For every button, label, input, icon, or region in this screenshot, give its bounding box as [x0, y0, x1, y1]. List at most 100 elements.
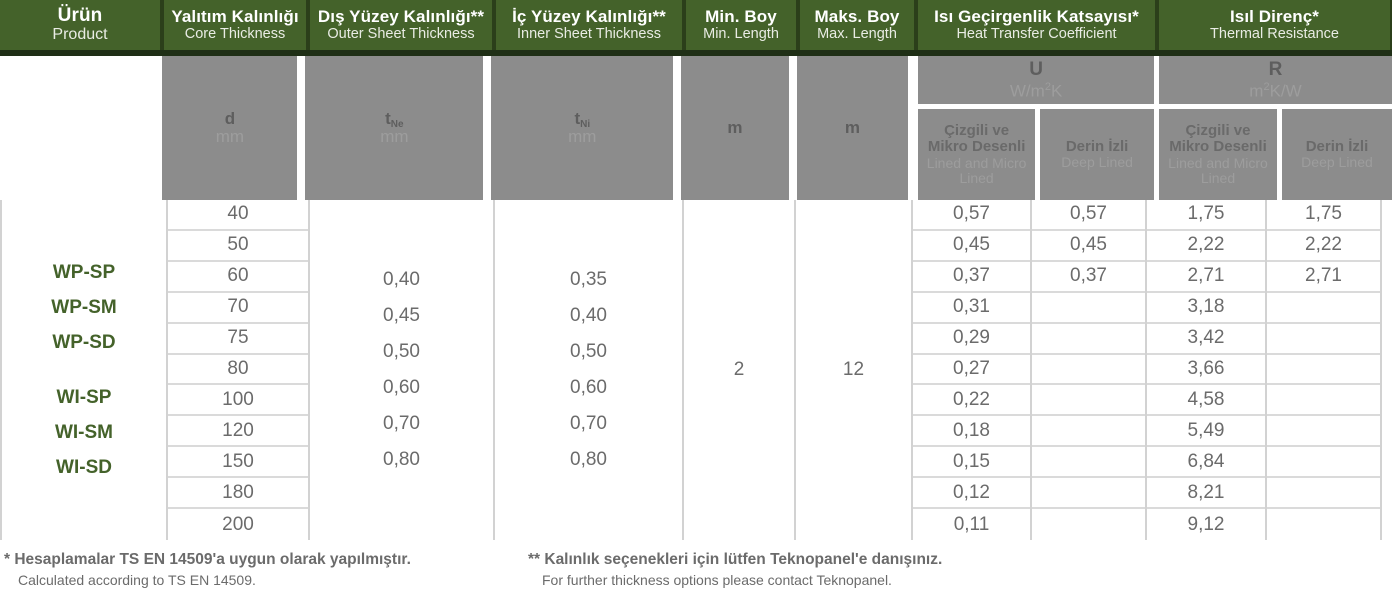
- footnote-1: * Hesaplamalar TS EN 14509'a uygun olara…: [0, 550, 520, 598]
- u-deep-lined-cell: 0,57: [1032, 200, 1145, 231]
- r-deep-lined-cell: 2,22: [1267, 231, 1380, 262]
- r-deep-lined-cell: [1267, 324, 1380, 355]
- r-deep-lined-cell: [1267, 385, 1380, 417]
- u-lined-micro-cell: 0,57: [913, 200, 1030, 231]
- u-lined-micro-cell: 0,22: [913, 385, 1030, 417]
- min-length-unit: m: [727, 118, 743, 138]
- lined-tr-2: Mikro Desenli: [1169, 138, 1267, 156]
- footnote-2-en: For further thickness options please con…: [542, 571, 892, 588]
- core-thickness-column: 40 50 60 70 75 80 100 120 150 180 200: [168, 200, 308, 540]
- header-title-tr: İç Yüzey Kalınlığı**: [512, 6, 666, 26]
- header-title-tr: Dış Yüzey Kalınlığı**: [317, 6, 485, 26]
- r-unit-cell: R m2K/W: [1158, 56, 1392, 104]
- r-deep-lined-column: 1,75 2,22 2,71: [1267, 200, 1380, 540]
- inner-sheet-thickness-column: 0,35 0,40 0,50 0,60 0,70 0,80: [495, 200, 682, 540]
- u-lined-micro-cell: 0,27: [913, 355, 1030, 386]
- u-lined-micro-cell: 0,11: [953, 513, 990, 535]
- header-title-en: Max. Length: [817, 25, 897, 42]
- core-thickness-cell: 100: [168, 385, 308, 417]
- core-thickness-cell: 200: [222, 513, 254, 535]
- deep-tr: Derin İzli: [1065, 137, 1129, 155]
- header-title-tr: Isıl Direnç*: [1229, 6, 1320, 26]
- max-length-unit: m: [844, 118, 861, 138]
- u-deep-lined-header: Derin İzli Deep Lined: [1040, 109, 1155, 200]
- u-deep-lined-cell: [1032, 447, 1145, 479]
- deep-en: Deep Lined: [1301, 154, 1373, 171]
- inner-sheet-thickness-cell: 0,60: [570, 377, 607, 398]
- header-title-en: Product: [52, 26, 108, 44]
- header-title-tr: Ürün: [57, 5, 103, 27]
- r-lined-micro-cell: 8,21: [1147, 478, 1265, 510]
- outer-unit: mm: [380, 127, 409, 146]
- r-deep-lined-cell: [1267, 355, 1380, 386]
- u-deep-lined-cell: [1032, 355, 1145, 386]
- r-lined-micro-cell: 3,18: [1147, 293, 1265, 324]
- subheader-cell-core-unit: d mm: [162, 56, 298, 200]
- u-deep-lined-column: 0,57 0,45 0,37: [1032, 200, 1145, 540]
- u-deep-lined-cell: [1032, 385, 1145, 417]
- footnote-1-tr: * Hesaplamalar TS EN 14509'a uygun olara…: [4, 551, 411, 568]
- footnotes: * Hesaplamalar TS EN 14509'a uygun olara…: [0, 546, 1392, 598]
- r-deep-lined-cell: 2,71: [1267, 262, 1380, 293]
- header-cell-min-length: Min. Boy Min. Length: [684, 0, 798, 50]
- outer-sheet-thickness-cell: 0,70: [383, 413, 420, 434]
- u-symbol: U: [1029, 58, 1043, 80]
- core-symbol: d: [224, 109, 236, 129]
- r-lined-micro-cell: 2,22: [1147, 231, 1265, 262]
- subheader-row: d mm tNe mm tNi mm m m U W/m2K Çizgili v…: [0, 56, 1392, 200]
- header-cell-inner-sheet-thickness: İç Yüzey Kalınlığı** Inner Sheet Thickne…: [494, 0, 684, 50]
- r-lined-micro-cell: 1,75: [1147, 200, 1265, 231]
- subheader-group-u: U W/m2K Çizgili ve Mikro Desenli Lined a…: [918, 56, 1155, 200]
- header-cell-max-length: Maks. Boy Max. Length: [798, 0, 916, 50]
- u-lined-micro-column: 0,57 0,45 0,37 0,31 0,29 0,27 0,22 0,18 0,15 0,12…: [913, 200, 1030, 540]
- min-length-value: 2: [733, 359, 745, 380]
- subheader-group-r: R m2K/W Çizgili ve Mikro Desenli Lined a…: [1158, 56, 1392, 200]
- footnote-1-en: Calculated according to TS EN 14509.: [18, 571, 256, 588]
- spec-table: Ürün Product Yalıtım Kalınlığı Core Thic…: [0, 0, 1392, 598]
- u-deep-lined-cell: 0,45: [1032, 231, 1145, 262]
- r-lined-micro-cell: 5,49: [1147, 416, 1265, 448]
- footnote-2-tr: ** Kalınlık seçenekleri için lütfen Tekn…: [528, 551, 943, 568]
- header-title-en: Thermal Resistance: [1210, 25, 1339, 42]
- header-title-en: Min. Length: [703, 25, 779, 42]
- product-name: WP-SD: [52, 332, 116, 353]
- u-lined-micro-cell: 0,29: [913, 324, 1030, 355]
- core-thickness-cell: 50: [168, 231, 308, 262]
- r-deep-lined-header: Derin İzli Deep Lined: [1281, 109, 1392, 200]
- header-cell-core-thickness: Yalıtım Kalınlığı Core Thickness: [162, 0, 308, 50]
- table-body: WP-SP WP-SM WP-SD WI-SP WI-SM WI-SD 40 50 60 70 7…: [0, 200, 1392, 540]
- inner-unit: mm: [568, 127, 597, 146]
- r-deep-lined-cell: [1267, 447, 1380, 479]
- u-deep-lined-cell: 0,37: [1032, 262, 1145, 293]
- product-name: WP-SP: [52, 262, 116, 283]
- max-length-column: 12: [796, 200, 911, 540]
- header-title-tr: Isı Geçirgenlik Katsayısı*: [934, 6, 1139, 26]
- r-deep-lined-cell: [1267, 293, 1380, 324]
- u-lined-micro-cell: 0,45: [913, 231, 1030, 262]
- header-title-en: Heat Transfer Coefficient: [956, 25, 1117, 42]
- inner-sheet-thickness-cell: 0,40: [570, 305, 607, 326]
- r-lined-micro-cell: 3,42: [1147, 324, 1265, 355]
- subheader-cell-max-length-unit: m: [796, 56, 909, 200]
- inner-sheet-thickness-cell: 0,80: [570, 449, 607, 470]
- header-title-en: Core Thickness: [184, 25, 286, 42]
- outer-sheet-thickness-cell: 0,50: [383, 341, 420, 362]
- outer-sheet-thickness-cell: 0,80: [383, 449, 420, 470]
- r-deep-lined-cell: 1,75: [1267, 200, 1380, 231]
- header-title-en: Outer Sheet Thickness: [327, 25, 475, 42]
- header-cell-thermal-resistance: Isıl Direnç* Thermal Resistance: [1157, 0, 1392, 50]
- subheader-cell-outer-unit: tNe mm: [305, 56, 484, 200]
- u-deep-lined-cell: [1032, 509, 1145, 540]
- subheader-cell-min-length-unit: m: [681, 56, 789, 200]
- r-lined-micro-column: 1,75 2,22 2,71 3,18 3,42 3,66 4,58 5,49 6,84 8,21…: [1147, 200, 1265, 540]
- u-lined-micro-cell: 0,12: [913, 478, 1030, 510]
- r-deep-lined-cell: [1267, 478, 1380, 510]
- header-title-en: Inner Sheet Thickness: [516, 25, 661, 42]
- r-lined-micro-cell: 4,58: [1147, 385, 1265, 417]
- product-name: WI-SD: [56, 457, 112, 478]
- u-unit: W/m2K: [1009, 80, 1063, 101]
- header-cell-heat-transfer-coefficient: Isı Geçirgenlik Katsayısı* Heat Transfer…: [916, 0, 1157, 50]
- lined-tr-2: Mikro Desenli: [927, 138, 1026, 156]
- header-title-tr: Yalıtım Kalınlığı: [171, 6, 299, 26]
- r-unit: m2K/W: [1249, 80, 1302, 101]
